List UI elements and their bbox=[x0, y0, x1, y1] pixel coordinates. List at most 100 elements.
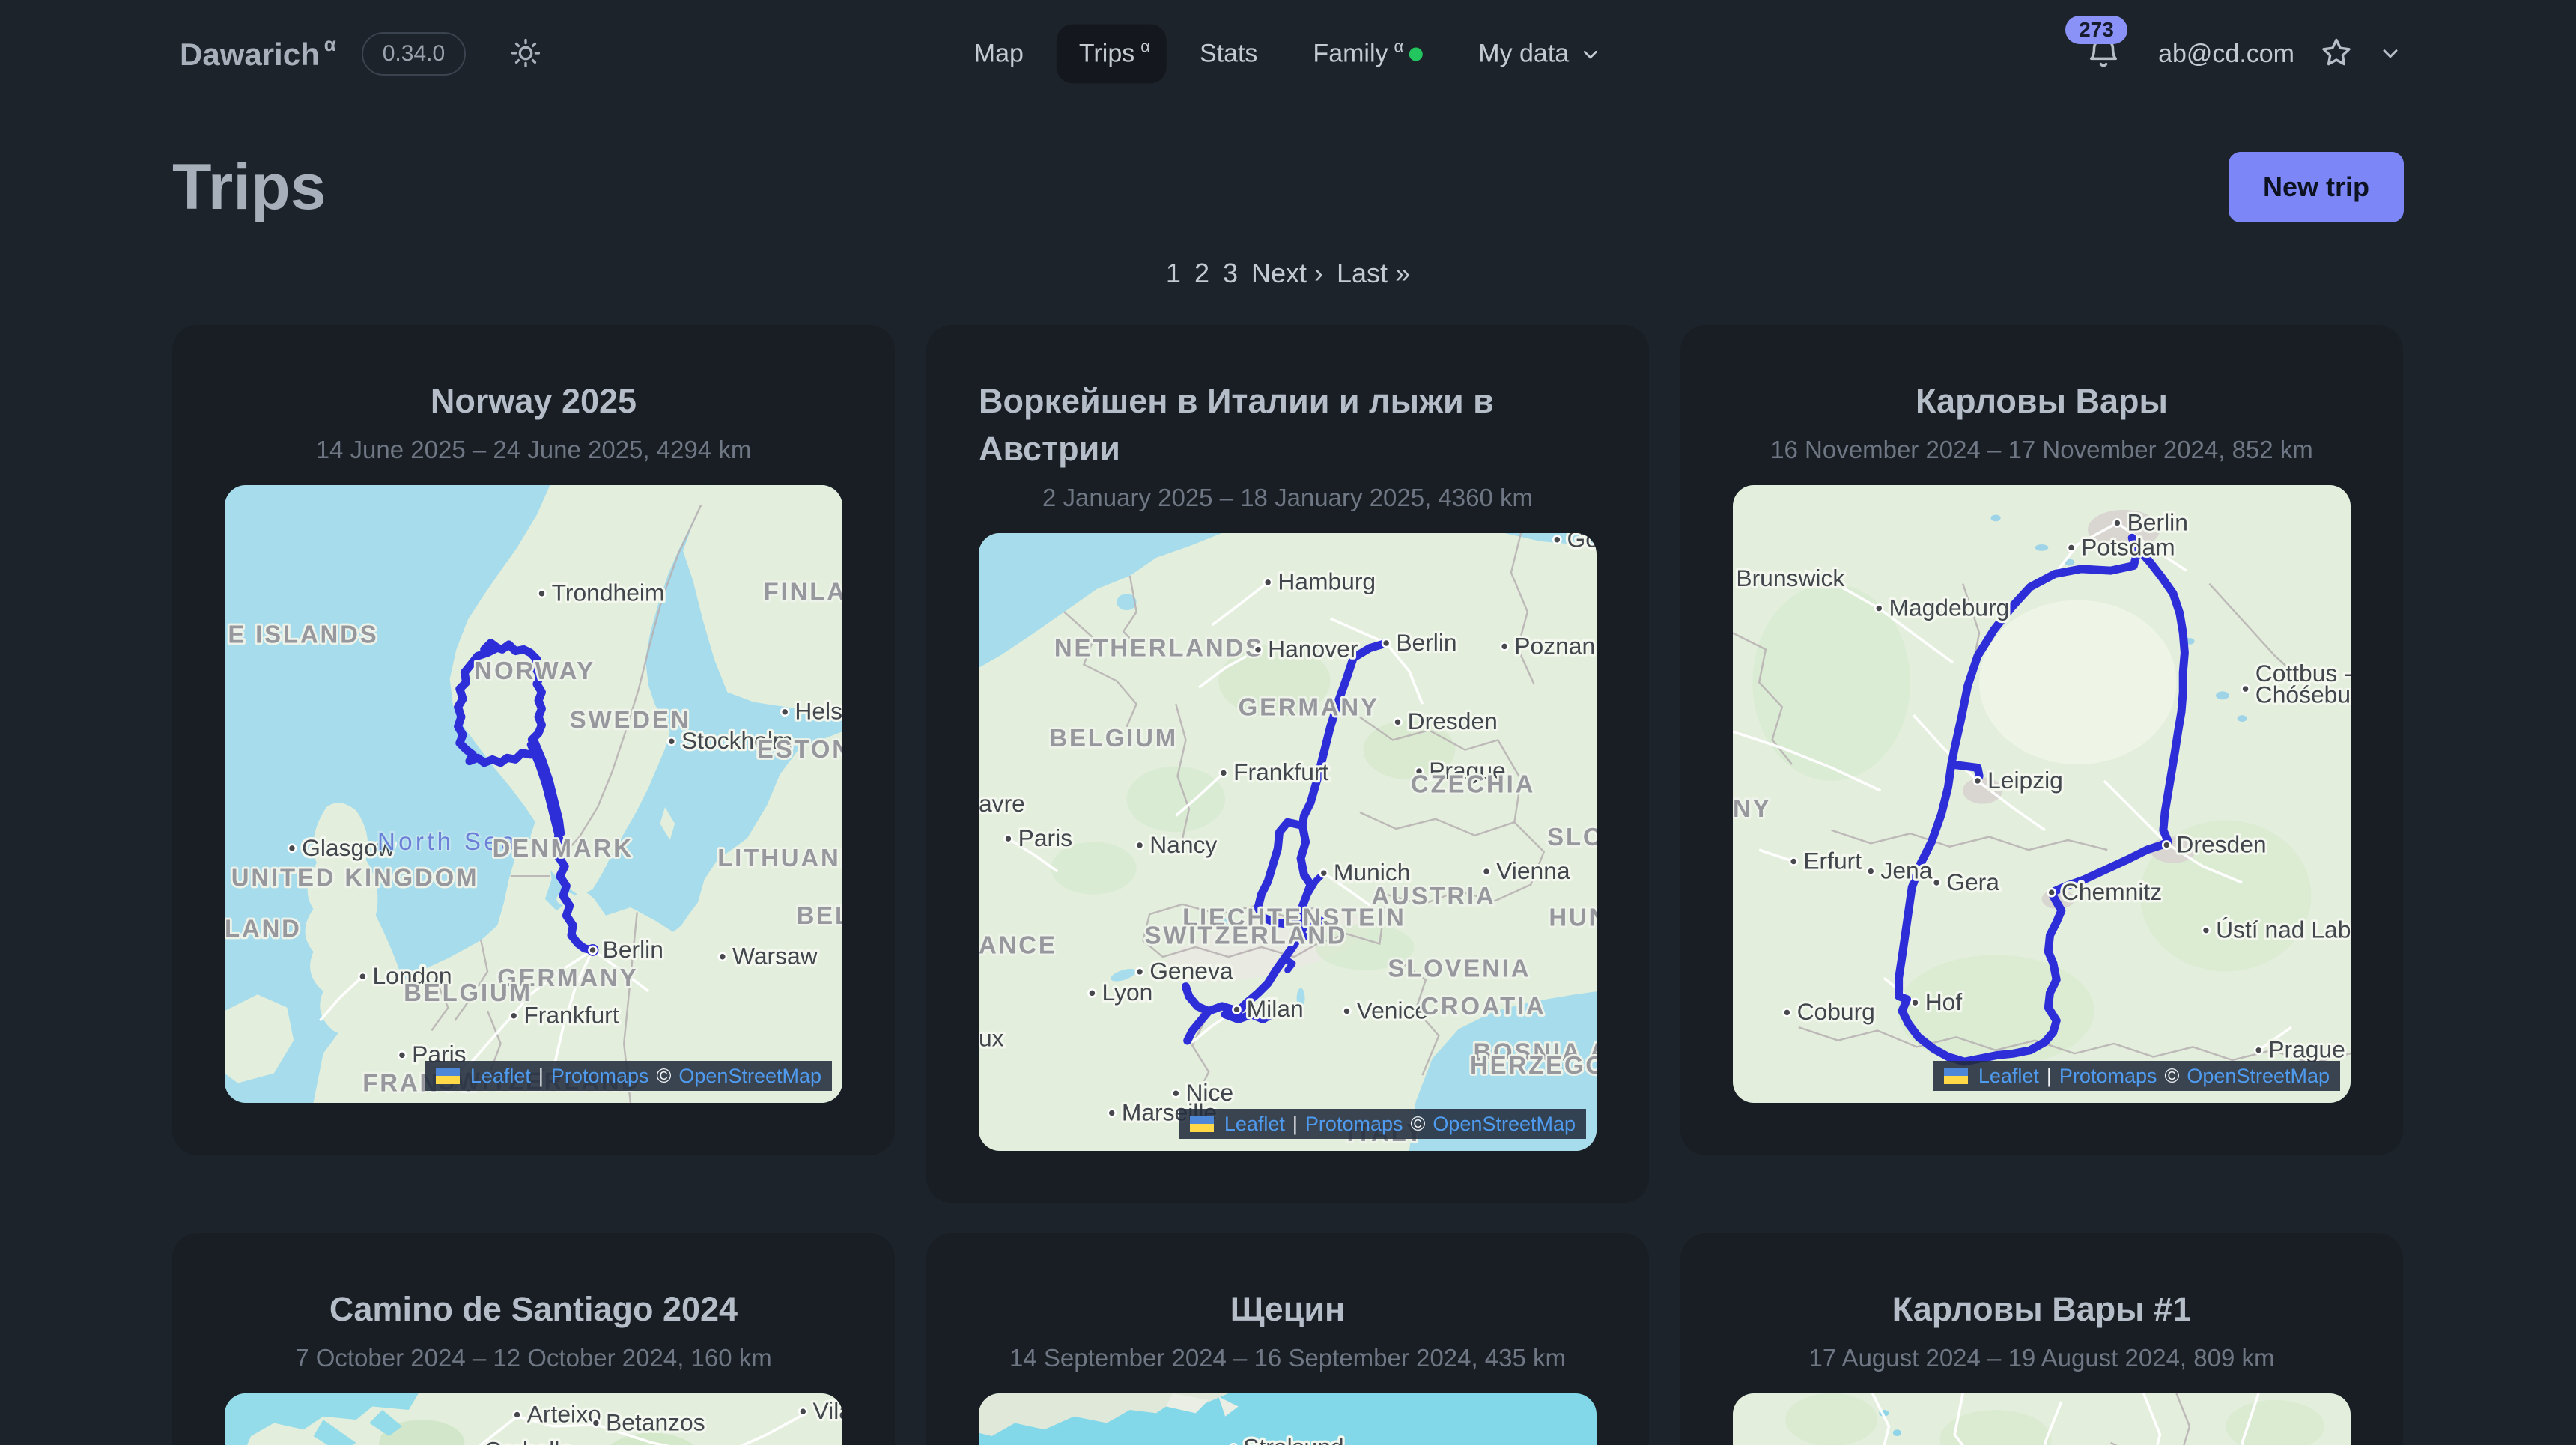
protomaps-link[interactable]: Protomaps bbox=[1305, 1113, 1403, 1136]
svg-text:Poznan: Poznan bbox=[1514, 632, 1595, 659]
trip-title[interactable]: Щецин bbox=[1230, 1286, 1345, 1333]
navbar: Dawarichα 0.34.0 Map Tripsα Stats Family… bbox=[0, 0, 2576, 108]
svg-text:HERZEGOVINA: HERZEGOVINA bbox=[1470, 1051, 1597, 1079]
leaflet-link[interactable]: Leaflet bbox=[470, 1065, 531, 1088]
svg-text:Go: Go bbox=[1567, 533, 1597, 553]
page-link-last[interactable]: Last » bbox=[1337, 258, 1410, 288]
svg-text:Venice: Venice bbox=[1357, 997, 1428, 1023]
svg-text:SLOVENIA: SLOVENIA bbox=[1388, 954, 1531, 982]
trip-card: Norway 2025 14 June 2025 – 24 June 2025,… bbox=[172, 325, 895, 1155]
page-link-3[interactable]: 3 bbox=[1223, 258, 1238, 288]
svg-text:Hanover: Hanover bbox=[1268, 636, 1358, 663]
svg-text:Potsdam: Potsdam bbox=[2081, 533, 2175, 560]
trip-title[interactable]: Norway 2025 bbox=[431, 377, 637, 425]
protomaps-link[interactable]: Protomaps bbox=[2059, 1065, 2157, 1088]
chevron-down-icon bbox=[2378, 41, 2402, 67]
trip-map[interactable] bbox=[1733, 1393, 2351, 1445]
svg-text:Betanzos: Betanzos bbox=[606, 1408, 705, 1435]
osm-link[interactable]: OpenStreetMap bbox=[2187, 1065, 2330, 1088]
new-trip-button[interactable]: New trip bbox=[2229, 152, 2404, 222]
favorites-button[interactable] bbox=[2318, 35, 2354, 73]
svg-text:Carballo: Carballo bbox=[484, 1437, 573, 1445]
svg-text:BELGIUM: BELGIUM bbox=[1049, 724, 1178, 752]
trip-map[interactable]: ArteixoBetanzosVilaCarballo bbox=[225, 1393, 842, 1445]
svg-text:ANCE: ANCE bbox=[979, 931, 1057, 959]
svg-text:Brunswick: Brunswick bbox=[1736, 565, 1844, 591]
leaflet-link[interactable]: Leaflet bbox=[1978, 1065, 2039, 1088]
trip-map[interactable]: E ISLANDSTrondheimFINLANDNORWAYSWEDENHel… bbox=[225, 485, 842, 1103]
nav-item-map[interactable]: Map bbox=[952, 25, 1046, 84]
trip-card: Camino de Santiago 2024 7 October 2024 –… bbox=[172, 1233, 895, 1445]
map-attribution: Leaflet | Protomaps © OpenStreetMap bbox=[1933, 1061, 2340, 1091]
svg-text:NETHERLANDS: NETHERLANDS bbox=[1054, 634, 1264, 662]
svg-text:Prague: Prague bbox=[2268, 1036, 2345, 1063]
svg-text:GERMANY: GERMANY bbox=[1239, 693, 1379, 721]
user-menu-button[interactable] bbox=[2378, 41, 2402, 67]
svg-text:ESTONIA: ESTONIA bbox=[757, 735, 842, 763]
trip-title[interactable]: Camino de Santiago 2024 bbox=[329, 1286, 738, 1333]
trip-title[interactable]: Карловы Вары #1 bbox=[1892, 1286, 2192, 1333]
trips-grid: Norway 2025 14 June 2025 – 24 June 2025,… bbox=[172, 325, 2404, 1445]
trip-title[interactable]: Воркейшен в Италии и лыжи в Австрии bbox=[979, 377, 1597, 473]
svg-text:Ústí nad Labem: Ústí nad Labem bbox=[2216, 916, 2351, 943]
svg-text:Hamburg: Hamburg bbox=[1278, 568, 1376, 595]
svg-text:FINLAND: FINLAND bbox=[764, 578, 842, 606]
app-logo[interactable]: Dawarichα bbox=[180, 36, 332, 73]
svg-text:CZECHIA: CZECHIA bbox=[1411, 770, 1535, 798]
svg-text:Milan: Milan bbox=[1247, 995, 1304, 1022]
page-title: Trips bbox=[172, 145, 326, 229]
svg-text:Geneva: Geneva bbox=[1149, 958, 1233, 985]
navbar-right: 273 ab@cd.com bbox=[2085, 34, 2402, 75]
svg-text:Chemnitz: Chemnitz bbox=[2062, 878, 2162, 905]
page-link-2[interactable]: 2 bbox=[1194, 258, 1209, 288]
main-nav: Map Tripsα Stats Familyα My data bbox=[952, 25, 1624, 84]
svg-text:Dresden: Dresden bbox=[1408, 708, 1498, 734]
page-link-1[interactable]: 1 bbox=[1166, 258, 1181, 288]
svg-text:Jena: Jena bbox=[1880, 857, 1932, 883]
page-link-next[interactable]: Next › bbox=[1251, 258, 1323, 288]
leaflet-link[interactable]: Leaflet bbox=[1224, 1113, 1285, 1136]
map-attribution: Leaflet | Protomaps © OpenStreetMap bbox=[425, 1061, 832, 1091]
ukraine-flag-icon bbox=[436, 1068, 460, 1084]
svg-text:Coburg: Coburg bbox=[1797, 998, 1875, 1025]
svg-text:NY: NY bbox=[1733, 794, 1771, 822]
nav-item-trips[interactable]: Tripsα bbox=[1057, 25, 1167, 84]
svg-text:Helsin: Helsin bbox=[795, 698, 842, 725]
version-badge: 0.34.0 bbox=[362, 32, 466, 76]
notifications-button[interactable]: 273 bbox=[2085, 34, 2122, 75]
user-email: ab@cd.com bbox=[2158, 40, 2294, 69]
svg-text:Arteixo: Arteixo bbox=[527, 1400, 601, 1427]
svg-text:Magdeburg: Magdeburg bbox=[1889, 594, 2009, 621]
trip-dates: 14 September 2024 – 16 September 2024, 4… bbox=[1009, 1344, 1566, 1372]
trip-map[interactable]: Stralsund bbox=[979, 1393, 1597, 1445]
svg-text:Paris: Paris bbox=[1018, 824, 1072, 851]
svg-text:LITHUANIA: LITHUANIA bbox=[717, 844, 842, 871]
trip-map[interactable]: BerlinPotsdamBrunswickMagdeburgCottbus -… bbox=[1733, 485, 2351, 1103]
svg-text:HUNG: HUNG bbox=[1549, 903, 1597, 931]
svg-text:Frankfurt: Frankfurt bbox=[523, 1002, 619, 1029]
ukraine-flag-icon bbox=[1944, 1068, 1968, 1084]
trip-card: Щецин 14 September 2024 – 16 September 2… bbox=[926, 1233, 1649, 1445]
trip-dates: 17 August 2024 – 19 August 2024, 809 km bbox=[1809, 1344, 2275, 1372]
protomaps-link[interactable]: Protomaps bbox=[551, 1065, 649, 1088]
svg-text:BELA: BELA bbox=[797, 901, 842, 929]
nav-item-family[interactable]: Familyα bbox=[1290, 25, 1445, 84]
svg-text:Berlin: Berlin bbox=[603, 936, 663, 963]
svg-text:Berlin: Berlin bbox=[2127, 508, 2188, 535]
nav-item-my-data[interactable]: My data bbox=[1456, 25, 1624, 84]
svg-text:LAND: LAND bbox=[225, 914, 302, 942]
svg-text:E ISLANDS: E ISLANDS bbox=[228, 621, 378, 648]
osm-link[interactable]: OpenStreetMap bbox=[678, 1065, 821, 1088]
trip-title[interactable]: Карловы Вары bbox=[1916, 377, 2168, 425]
nav-item-stats[interactable]: Stats bbox=[1177, 25, 1280, 84]
theme-toggle-button[interactable] bbox=[509, 37, 542, 72]
trip-map[interactable]: GoHamburgNETHERLANDSHanoverBerlinPoznanG… bbox=[979, 533, 1597, 1151]
svg-text:avre: avre bbox=[979, 790, 1025, 817]
svg-text:Vienna: Vienna bbox=[1496, 857, 1570, 884]
svg-text:Warsaw: Warsaw bbox=[732, 943, 818, 970]
svg-text:Stralsund: Stralsund bbox=[1243, 1433, 1343, 1445]
osm-link[interactable]: OpenStreetMap bbox=[1433, 1113, 1576, 1136]
ukraine-flag-icon bbox=[1190, 1116, 1214, 1132]
notifications-count-badge: 273 bbox=[2065, 16, 2127, 44]
main-content: Trips New trip 123 Next › Last » Norway 20… bbox=[0, 145, 2576, 1445]
